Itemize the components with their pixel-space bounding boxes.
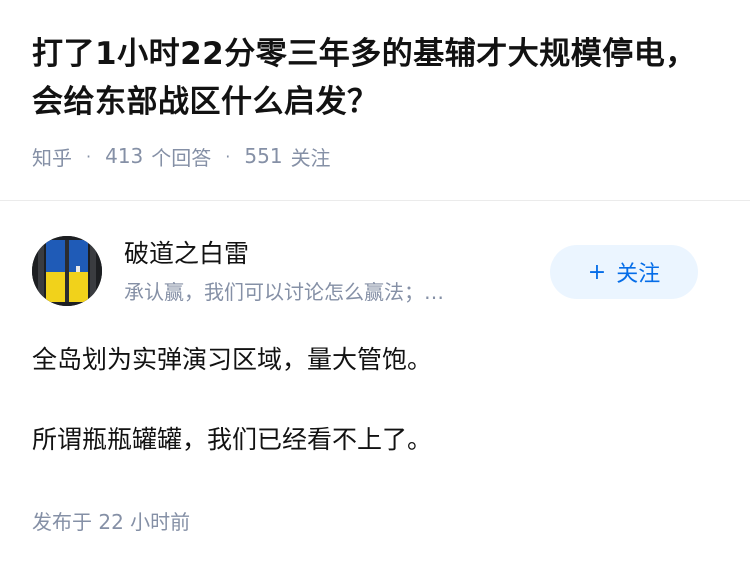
author-card: 破道之白雷 承认赢，我们可以讨论怎么赢法；… + 关注	[32, 236, 718, 308]
follow-button-label: 关注	[616, 262, 661, 287]
source-label[interactable]: 知乎	[32, 142, 72, 171]
follower-count-label[interactable]: 关注	[291, 142, 331, 171]
meta-separator: ·	[225, 146, 231, 166]
question-header: 打了1小时22分零三年多的基辅才大规模停电，会给东部战区什么启发？ 知乎 · 4…	[32, 30, 722, 170]
follower-count: 551	[244, 144, 283, 168]
meta-separator: ·	[86, 146, 92, 166]
avatar-image	[32, 236, 102, 306]
author-name[interactable]: 破道之白雷	[124, 236, 249, 272]
answer-paragraph: 所谓瓶瓶罐罐，我们已经看不上了。	[32, 425, 433, 454]
avatar[interactable]	[32, 236, 102, 306]
answer-paragraph: 全岛划为实弹演习区域，量大管饱。	[32, 345, 433, 374]
author-bio: 承认赢，我们可以讨论怎么赢法；…	[124, 280, 444, 304]
plus-icon: +	[587, 259, 607, 285]
section-divider	[0, 200, 750, 201]
question-meta: 知乎 · 413 个回答 · 551 关注	[32, 142, 722, 170]
follow-button[interactable]: + 关注	[550, 245, 698, 299]
publish-time: 发布于 22 小时前	[32, 510, 191, 534]
question-title[interactable]: 打了1小时22分零三年多的基辅才大规模停电，会给东部战区什么启发？	[32, 30, 722, 126]
answer-content: 全岛划为实弹演习区域，量大管饱。 所谓瓶瓶罐罐，我们已经看不上了。	[32, 340, 722, 460]
answer-count: 413	[105, 144, 144, 168]
answer-count-label[interactable]: 个回答	[151, 142, 211, 171]
